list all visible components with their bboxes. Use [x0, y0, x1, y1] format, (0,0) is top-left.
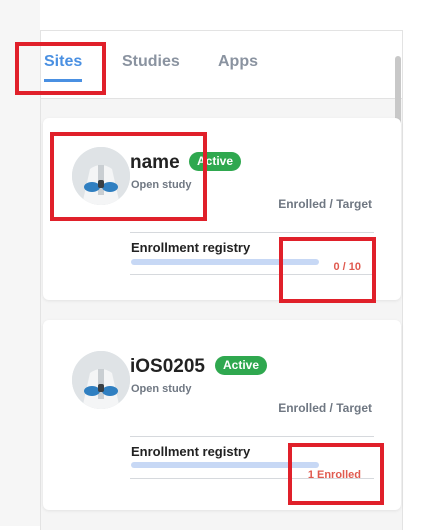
tab-sites[interactable]: Sites	[44, 53, 83, 82]
enrollment-registry-label: Enrollment registry	[131, 240, 251, 255]
enrollment-registry-label: Enrollment registry	[131, 444, 251, 459]
site-avatar	[72, 351, 130, 409]
lab-image-icon	[72, 351, 130, 409]
site-name: iOS0205	[130, 356, 205, 377]
divider	[130, 232, 374, 233]
enrollment-value: 1 Enrolled	[307, 469, 361, 481]
study-type-label: Open study	[131, 179, 192, 191]
site-name: name	[130, 152, 180, 173]
enrollment-progress-bar	[131, 259, 319, 265]
enrollment-progress-bar	[131, 462, 319, 468]
status-badge: Active	[215, 356, 268, 375]
tab-studies[interactable]: Studies	[122, 53, 180, 71]
site-card[interactable]: iOS0205 Active Open study Enrolled / Tar…	[43, 320, 401, 510]
enrollment-value: 0 / 10	[333, 261, 361, 273]
site-card[interactable]: name Active Open study Enrolled / Target…	[43, 118, 401, 300]
lab-image-icon	[72, 147, 130, 205]
site-avatar	[72, 147, 130, 205]
study-type-label: Open study	[131, 383, 192, 395]
enrolled-target-header: Enrolled / Target	[278, 401, 372, 415]
tab-bar: Sites Studies Apps	[41, 31, 402, 99]
enrolled-target-header: Enrolled / Target	[278, 197, 372, 211]
divider	[130, 436, 374, 437]
divider	[130, 478, 374, 479]
tab-apps[interactable]: Apps	[218, 53, 258, 71]
divider	[130, 274, 374, 275]
left-rail	[0, 0, 40, 526]
status-badge: Active	[189, 152, 242, 171]
